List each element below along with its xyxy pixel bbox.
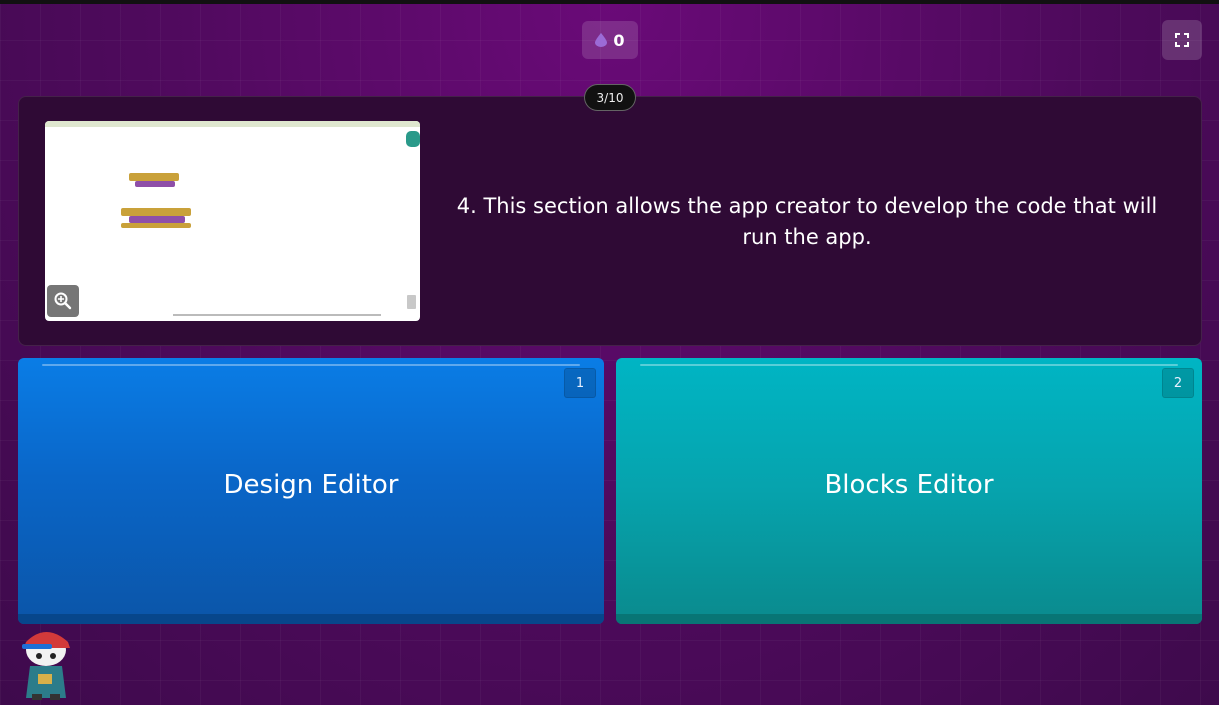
drop-icon bbox=[595, 33, 608, 47]
question-card: 4. This section allows the app creator t… bbox=[18, 96, 1202, 346]
zoom-button[interactable] bbox=[47, 285, 79, 317]
avatar bbox=[22, 632, 70, 700]
answer-option-1[interactable]: 1 Design Editor bbox=[18, 358, 604, 624]
option-label: Design Editor bbox=[223, 470, 399, 500]
fullscreen-icon bbox=[1175, 33, 1189, 47]
option-number-badge: 1 bbox=[564, 368, 596, 398]
score-display: 0 bbox=[582, 21, 638, 59]
score-value: 0 bbox=[613, 30, 625, 50]
backpack-icon bbox=[406, 131, 420, 147]
zoom-in-icon bbox=[54, 292, 72, 310]
question-progress: 3/10 bbox=[584, 84, 636, 111]
question-image[interactable] bbox=[45, 121, 420, 321]
option-number-badge: 2 bbox=[1162, 368, 1194, 398]
top-border bbox=[0, 0, 1219, 4]
question-text: 4. This section allows the app creator t… bbox=[456, 194, 1158, 249]
answer-option-2[interactable]: 2 Blocks Editor bbox=[616, 358, 1202, 624]
option-label: Blocks Editor bbox=[824, 470, 994, 500]
fullscreen-button[interactable] bbox=[1162, 20, 1202, 60]
